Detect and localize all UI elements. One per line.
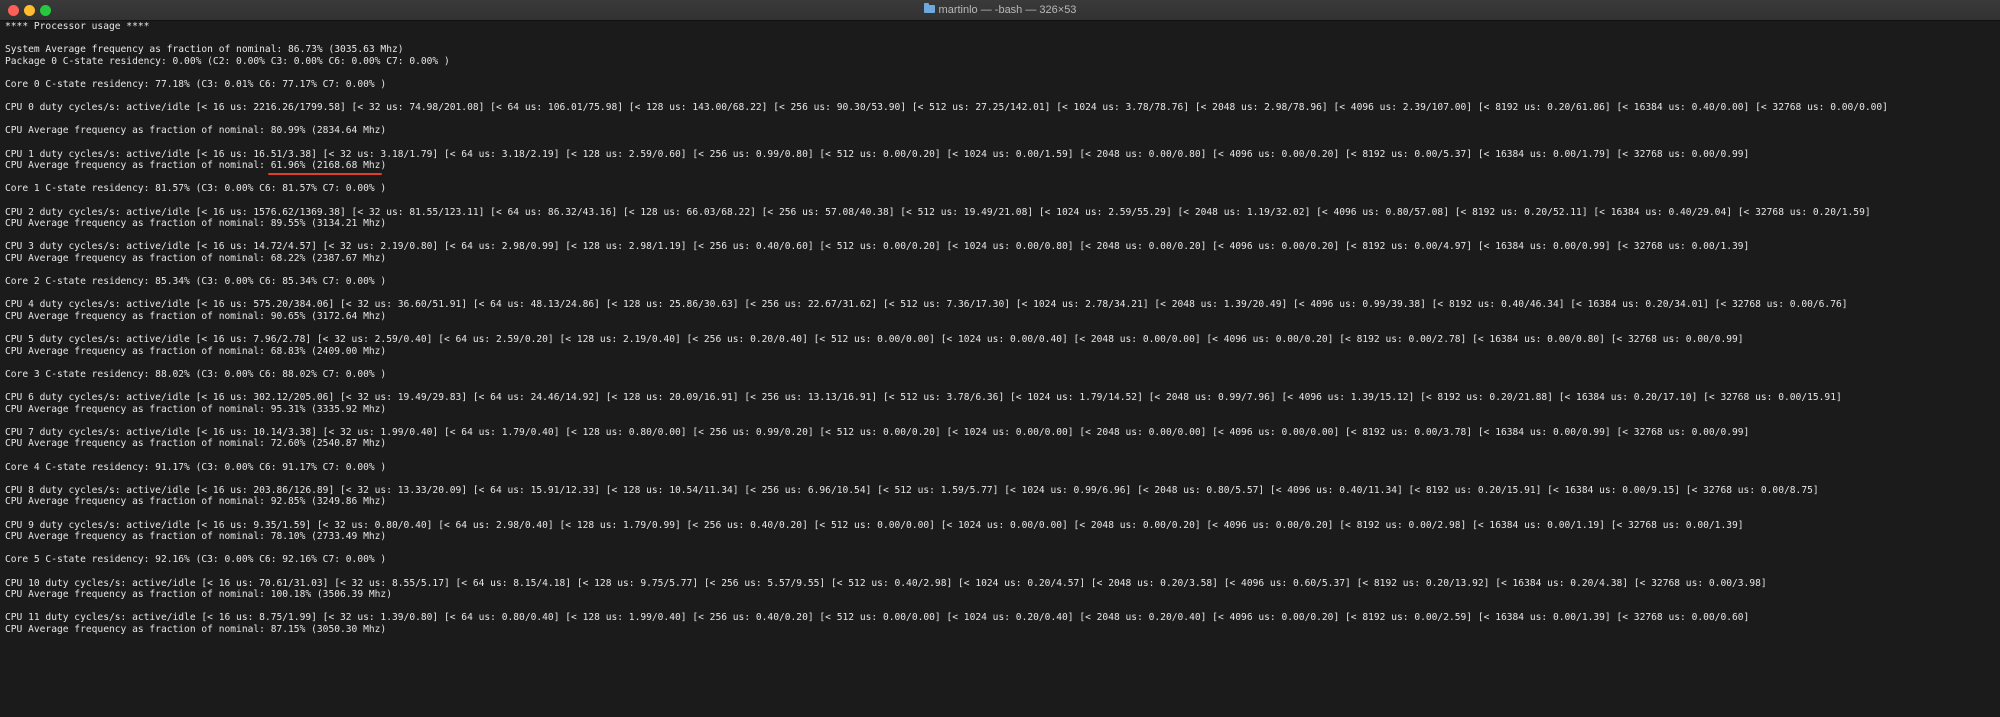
terminal-line: Core 1 C-state residency: 81.57% (C3: 0.…: [5, 183, 387, 195]
terminal-line: Package 0 C-state residency: 0.00% (C2: …: [5, 55, 450, 67]
terminal-line: Core 0 C-state residency: 77.18% (C3: 0.…: [5, 78, 387, 90]
terminal-line: CPU 2 duty cycles/s: active/idle [< 16 u…: [5, 206, 1871, 218]
terminal-line: CPU 3 duty cycles/s: active/idle [< 16 u…: [5, 241, 1750, 253]
terminal-line: Core 5 C-state residency: 92.16% (C3: 0.…: [5, 554, 387, 566]
terminal-output[interactable]: **** Processor usage **** System Average …: [0, 21, 2000, 717]
window-title-text: martinlo — -bash — 326×53: [938, 4, 1077, 16]
terminal-line: CPU 5 duty cycles/s: active/idle [< 16 u…: [5, 334, 1744, 346]
terminal-line: CPU Average frequency as fraction of nom…: [5, 252, 387, 264]
terminal-line: CPU Average frequency as fraction of nom…: [5, 125, 387, 137]
folder-icon: [923, 3, 935, 13]
terminal-line: CPU Average frequency as fraction of nom…: [5, 438, 387, 450]
highlighted-frequency-text: 61.96% (2168.68 Mhz): [270, 160, 387, 172]
terminal-line: CPU Average frequency as fraction of nom…: [5, 218, 387, 230]
window-title: martinlo — -bash — 326×53: [0, 0, 2000, 20]
terminal-line: Core 4 C-state residency: 91.17% (C3: 0.…: [5, 461, 387, 473]
terminal-line: CPU 0 duty cycles/s: active/idle [< 16 u…: [5, 102, 1888, 114]
red-underline-annotation: [267, 172, 383, 175]
terminal-line: CPU Average frequency as fraction of nom…: [5, 531, 387, 543]
terminal-line: System Average frequency as fraction of …: [5, 44, 404, 56]
terminal-line: CPU Average frequency as fraction of nom…: [5, 496, 387, 508]
terminal-line: CPU Average frequency as fraction of nom…: [5, 345, 387, 357]
terminal-line: CPU Average frequency as fraction of nom…: [5, 623, 387, 635]
terminal-line: CPU Average frequency as fraction of nom…: [5, 160, 2000, 175]
terminal-line: CPU 11 duty cycles/s: active/idle [< 16 …: [5, 612, 1750, 624]
terminal-line: CPU 1 duty cycles/s: active/idle [< 16 u…: [5, 148, 1750, 160]
terminal-line: CPU 9 duty cycles/s: active/idle [< 16 u…: [5, 519, 1744, 531]
terminal-line: **** Processor usage ****: [5, 21, 150, 32]
terminal-line: Core 3 C-state residency: 88.02% (C3: 0.…: [5, 368, 387, 380]
terminal-line: CPU 10 duty cycles/s: active/idle [< 16 …: [5, 577, 1767, 589]
highlighted-frequency-value: 61.96% (2168.68 Mhz): [267, 160, 387, 175]
terminal-line: CPU Average frequency as fraction of nom…: [5, 310, 387, 322]
terminal-line: Core 2 C-state residency: 85.34% (C3: 0.…: [5, 276, 387, 288]
terminal-line: CPU 7 duty cycles/s: active/idle [< 16 u…: [5, 426, 1750, 438]
title-bar[interactable]: martinlo — -bash — 326×53: [0, 0, 2000, 21]
terminal-line: CPU 6 duty cycles/s: active/idle [< 16 u…: [5, 392, 1842, 403]
terminal-line: CPU 4 duty cycles/s: active/idle [< 16 u…: [5, 299, 1848, 311]
terminal-line: CPU Average frequency as fraction of nom…: [5, 403, 387, 415]
terminal-line: CPU Average frequency as fraction of nom…: [5, 589, 392, 601]
highlight-line-prefix: CPU Average frequency as fraction of nom…: [5, 160, 271, 172]
terminal-line: CPU 8 duty cycles/s: active/idle [< 16 u…: [5, 484, 1819, 496]
terminal-window: martinlo — -bash — 326×53 **** Processor…: [0, 0, 2000, 717]
